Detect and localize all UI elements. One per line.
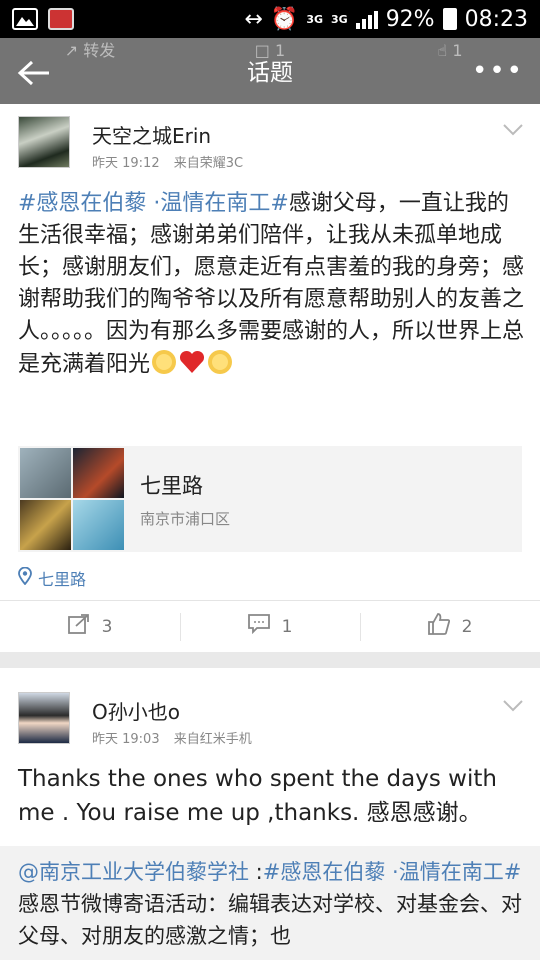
repost-count: 3 xyxy=(101,616,113,637)
place-card[interactable]: 七里路 南京市浦口区 xyxy=(18,446,522,552)
thumbs-up-icon xyxy=(427,613,450,640)
post-hashtag[interactable]: #感恩在伯藜 ·温情在南工# xyxy=(18,191,289,216)
sun-emoji-icon xyxy=(150,348,178,376)
location-tag[interactable]: 七里路 xyxy=(18,566,86,590)
more-options-icon[interactable]: ••• xyxy=(472,58,524,84)
like-count: 2 xyxy=(461,616,473,637)
location-label: 七里路 xyxy=(38,570,87,589)
quoted-post[interactable]: @南京工业大学伯藜学社 :#感恩在伯藜 ·温情在南工# 感恩节微博寄语活动：编辑表… xyxy=(0,846,540,960)
post-time: 昨天 19:03 xyxy=(92,732,160,747)
place-photo[interactable] xyxy=(20,500,71,550)
comment-button[interactable]: 1 xyxy=(180,601,360,652)
place-photo[interactable] xyxy=(20,448,71,498)
shield-app-icon xyxy=(48,8,74,30)
post-card: 天空之城Erin 昨天 19:12 来自荣耀3C #感恩在伯藜 ·温情在南工#感… xyxy=(0,104,540,652)
app-header: ↗ 转发 □ 1 ☝ 1 话题 ••• xyxy=(0,38,540,104)
place-name: 七里路 xyxy=(140,474,203,498)
avatar[interactable] xyxy=(18,116,70,168)
quoted-text: 感恩节微博寄语活动：编辑表达对学校、对基金会、对父母、对朋友的感激之情；也 xyxy=(18,892,522,948)
heart-emoji-icon xyxy=(178,348,206,376)
location-pin-icon xyxy=(18,566,32,589)
battery-percent: 92% xyxy=(385,6,435,32)
avatar[interactable] xyxy=(18,692,70,744)
place-photo[interactable] xyxy=(73,500,124,550)
post-text: 感谢父母，一直让我的生活很幸福；感谢弟弟们陪伴，让我从未孤单地成长；感谢朋友们，… xyxy=(18,191,525,377)
repost-button[interactable]: 3 xyxy=(0,601,180,652)
place-photos[interactable] xyxy=(20,448,124,550)
post-source: 来自荣耀3C xyxy=(173,156,244,171)
post-card: O孙小也o 昨天 19:03 来自红米手机 Thanks the ones wh… xyxy=(0,668,540,960)
post-body: Thanks the ones who spent the days with … xyxy=(18,766,497,826)
chevron-down-icon[interactable] xyxy=(502,698,524,712)
like-button[interactable]: 2 xyxy=(360,601,540,652)
quoted-separator: : xyxy=(249,860,263,884)
clock: 08:23 xyxy=(464,6,528,32)
gallery-icon xyxy=(12,8,38,30)
alarm-icon: ⏰ xyxy=(270,6,299,32)
quoted-hashtag[interactable]: #感恩在伯藜 ·温情在南工# xyxy=(263,860,522,884)
comment-count: 1 xyxy=(281,616,293,637)
post-body: #感恩在伯藜 ·温情在南工#感谢父母，一直让我的生活很幸福；感谢弟弟们陪伴，让我… xyxy=(18,188,528,381)
battery-icon xyxy=(442,8,457,30)
post-username[interactable]: 天空之城Erin xyxy=(92,120,211,149)
network-type-2: 3G xyxy=(331,12,348,26)
post-meta: 昨天 19:03 来自红米手机 xyxy=(92,728,262,747)
quoted-post-body: @南京工业大学伯藜学社 :#感恩在伯藜 ·温情在南工# 感恩节微博寄语活动：编辑表… xyxy=(18,856,528,952)
place-photo[interactable] xyxy=(73,448,124,498)
place-address: 南京市浦口区 xyxy=(140,510,231,528)
signal-icon xyxy=(355,9,378,29)
sun-emoji-icon xyxy=(206,348,234,376)
post-source: 来自红米手机 xyxy=(173,732,252,747)
page-title: 话题 xyxy=(247,60,293,86)
chevron-down-icon[interactable] xyxy=(502,122,524,136)
network-type-1: 3G xyxy=(306,12,323,26)
post-time: 昨天 19:12 xyxy=(92,156,160,171)
post-meta: 昨天 19:12 来自荣耀3C xyxy=(92,152,253,171)
comment-icon xyxy=(247,614,270,639)
status-bar: ↔ ⏰ 3G 3G 92% 08:23 xyxy=(0,0,540,38)
vibrate-icon: ↔ xyxy=(244,6,263,32)
post-username[interactable]: O孙小也o xyxy=(92,696,180,725)
post-actions: 3 1 2 xyxy=(0,600,540,652)
repost-icon xyxy=(67,614,90,639)
quoted-mention[interactable]: @南京工业大学伯藜学社 xyxy=(18,860,249,884)
